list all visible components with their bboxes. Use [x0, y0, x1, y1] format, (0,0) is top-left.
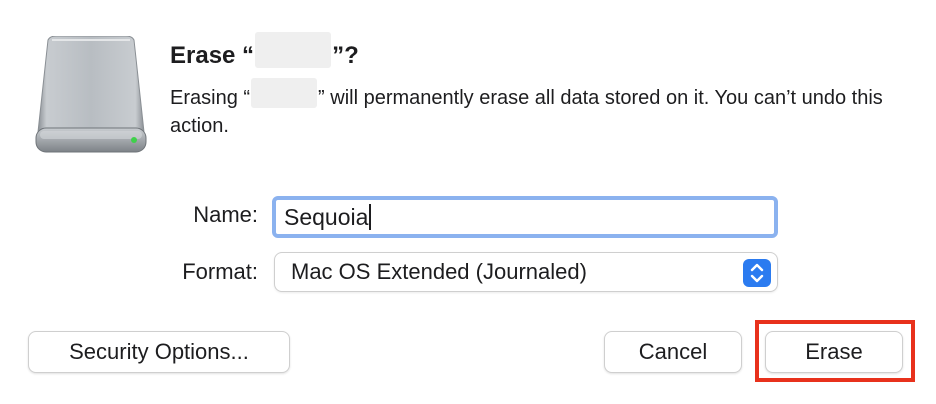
- chevron-up-down-icon: [743, 259, 771, 287]
- redacted-disk-name: [255, 32, 332, 68]
- dialog-title: Erase “ ”?: [170, 32, 359, 70]
- dialog-title-prefix: Erase “: [170, 42, 255, 69]
- dialog-title-suffix: ”?: [332, 42, 359, 69]
- name-label: Name:: [193, 202, 258, 227]
- dialog-message: Erasing “” will permanently erase all da…: [170, 78, 910, 140]
- format-select-value: Mac OS Extended (Journaled): [291, 259, 587, 284]
- cancel-button[interactable]: Cancel: [604, 331, 742, 373]
- text-caret: [369, 204, 372, 230]
- redacted-disk-name: [251, 78, 318, 108]
- security-options-button[interactable]: Security Options...: [28, 331, 290, 373]
- external-drive-icon: [35, 36, 147, 153]
- name-input-value: Sequoia: [284, 204, 369, 230]
- format-label: Format:: [182, 259, 258, 284]
- name-input[interactable]: Sequoia: [272, 196, 778, 238]
- dialog-message-prefix: Erasing “: [170, 87, 251, 109]
- format-select[interactable]: Mac OS Extended (Journaled): [274, 252, 778, 292]
- erase-highlight-box: [755, 320, 915, 382]
